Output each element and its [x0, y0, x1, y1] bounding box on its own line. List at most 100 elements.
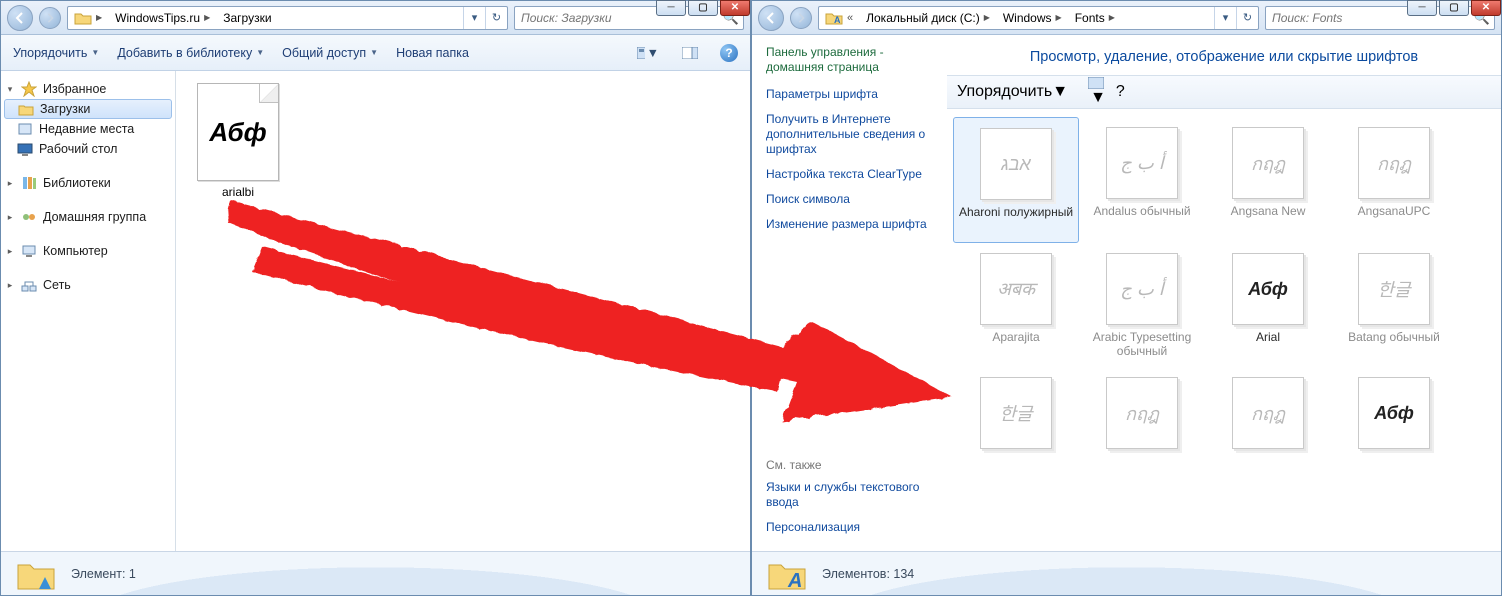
file-item[interactable]: Абф arialbi: [188, 83, 288, 199]
minimize-button[interactable]: ─: [656, 0, 686, 16]
back-button[interactable]: [758, 5, 784, 31]
font-tile[interactable]: Абф Arial: [1205, 243, 1331, 367]
cp-personalization-link[interactable]: Персонализация: [766, 520, 935, 535]
breadcrumb-seg[interactable]: Загрузки: [217, 7, 278, 29]
font-tile[interactable]: กฤฎ: [1079, 367, 1205, 491]
back-button[interactable]: [7, 5, 33, 31]
nav-libraries[interactable]: ▸ Библиотеки: [1, 173, 175, 193]
font-tile[interactable]: أ ب ج Andalus обычный: [1079, 117, 1205, 243]
nav-network[interactable]: ▸ Сеть: [1, 275, 175, 295]
fonts-grid[interactable]: אבג Aharoni полужирный أ ب ج Andalus обычны…: [947, 109, 1501, 551]
cp-lang-services-link[interactable]: Языки и службы текстового ввода: [766, 480, 935, 510]
cp-resize-link[interactable]: Изменение размера шрифта: [766, 217, 935, 232]
folder-icon: [15, 553, 57, 595]
folder-icon: [18, 101, 34, 117]
cp-home-link[interactable]: Панель управления - домашняя страница: [766, 45, 935, 75]
minimize-button[interactable]: ─: [1407, 0, 1437, 16]
font-preview-icon: กฤฎ: [1232, 377, 1304, 449]
status-bar: Элемент: 1: [1, 551, 750, 595]
font-preview-icon: अबक: [980, 253, 1052, 325]
desktop-icon: [17, 141, 33, 157]
status-text: Элемент: 1: [71, 567, 136, 581]
organize-menu[interactable]: Упорядочить▼: [13, 46, 99, 60]
nav-downloads[interactable]: Загрузки: [4, 99, 172, 119]
address-bar[interactable]: A « Локальный диск (C:) ▶ Windows ▶ Font…: [818, 6, 1259, 30]
address-bar[interactable]: ▶ WindowsTips.ru ▶ Загрузки ▾ ↻: [67, 6, 508, 30]
cp-font-params-link[interactable]: Параметры шрифта: [766, 87, 935, 102]
maximize-button[interactable]: ▢: [688, 0, 718, 16]
font-preview-icon: אבג: [980, 128, 1052, 200]
forward-button[interactable]: [790, 7, 812, 29]
font-name: Andalus обычный: [1081, 205, 1203, 233]
maximize-button[interactable]: ▢: [1439, 0, 1469, 16]
recent-icon: [17, 121, 33, 137]
view-menu[interactable]: ▼: [636, 43, 660, 63]
font-preview-icon: Абф: [1232, 253, 1304, 325]
nav-desktop[interactable]: Рабочий стол: [1, 139, 175, 159]
fonts-folder-icon: A: [766, 553, 808, 595]
font-preview-icon: 한글: [1358, 253, 1430, 325]
view-menu[interactable]: ▼: [1088, 77, 1106, 107]
inner-toolbar: Упорядочить▼ ▼ ?: [947, 75, 1501, 109]
nav-computer[interactable]: ▸ Компьютер: [1, 241, 175, 261]
help-button[interactable]: ?: [1116, 83, 1125, 101]
font-name: [1333, 455, 1455, 483]
cp-charmap-link[interactable]: Поиск символа: [766, 192, 935, 207]
preview-pane-button[interactable]: [678, 43, 702, 63]
cp-cleartype-link[interactable]: Настройка текста ClearType: [766, 167, 935, 182]
caption-buttons: ─ ▢ ✕: [654, 0, 750, 16]
cp-online-fonts-link[interactable]: Получить в Интернете дополнительные свед…: [766, 112, 935, 157]
font-preview-icon: กฤฎ: [1106, 377, 1178, 449]
help-button[interactable]: ?: [720, 44, 738, 62]
breadcrumb-seg[interactable]: Локальный диск (C:) ▶: [860, 7, 997, 29]
address-dropdown[interactable]: ▾: [1214, 7, 1236, 29]
font-tile[interactable]: 한글Batang обычный: [1331, 243, 1457, 367]
font-tile[interactable]: أ ب ج Arabic Typesetting обычный: [1079, 243, 1205, 367]
font-name: Aharoni полужирный: [956, 206, 1076, 234]
refresh-button[interactable]: ↻: [485, 7, 507, 29]
breadcrumb-seg[interactable]: WindowsTips.ru ▶: [109, 7, 217, 29]
organize-menu[interactable]: Упорядочить▼: [957, 83, 1068, 101]
font-name: [1081, 455, 1203, 483]
font-tile[interactable]: กฤฎ: [1205, 367, 1331, 491]
address-dropdown[interactable]: ▾: [463, 7, 485, 29]
computer-icon: [21, 243, 37, 259]
breadcrumb-seg[interactable]: Windows ▶: [997, 7, 1069, 29]
font-file-icon: Абф: [197, 83, 279, 181]
add-to-library-menu[interactable]: Добавить в библиотеку▼: [117, 46, 264, 60]
font-tile[interactable]: 한글: [953, 367, 1079, 491]
nav-homegroup[interactable]: ▸ Домашняя группа: [1, 207, 175, 227]
breadcrumb-seg[interactable]: Fonts ▶: [1069, 7, 1122, 29]
font-tile[interactable]: กฤฎAngsana New: [1205, 117, 1331, 243]
nav-favorites[interactable]: ▾ Избранное: [1, 79, 175, 99]
libraries-icon: [21, 175, 37, 191]
font-tile[interactable]: Абф: [1331, 367, 1457, 491]
see-also-label: См. также: [766, 458, 935, 472]
font-name: Arial: [1207, 331, 1329, 359]
font-preview-icon: أ ب ج: [1106, 253, 1178, 325]
font-name: Arabic Typesetting обычный: [1081, 331, 1203, 359]
status-text: Элементов: 134: [822, 567, 914, 581]
font-name: [955, 455, 1077, 483]
font-tile[interactable]: กฤฎAngsanaUPC: [1331, 117, 1457, 243]
font-name: [1207, 455, 1329, 483]
close-button[interactable]: ✕: [720, 0, 750, 16]
file-list[interactable]: Абф arialbi: [176, 71, 750, 551]
page-heading: Просмотр, удаление, отображение или скры…: [947, 35, 1501, 75]
nav-row: A « Локальный диск (C:) ▶ Windows ▶ Font…: [752, 1, 1501, 35]
nav-recent[interactable]: Недавние места: [1, 119, 175, 139]
font-preview-icon: أ ب ج: [1106, 127, 1178, 199]
font-tile[interactable]: אבג Aharoni полужирный: [953, 117, 1079, 243]
font-name: AngsanaUPC: [1333, 205, 1455, 233]
new-folder-button[interactable]: Новая папка: [396, 46, 469, 60]
file-name: arialbi: [188, 185, 288, 199]
window-downloads: ─ ▢ ✕ ▶ WindowsTips.ru ▶ Загрузки ▾ ↻ 🔍: [0, 0, 751, 596]
forward-button[interactable]: [39, 7, 61, 29]
close-button[interactable]: ✕: [1471, 0, 1501, 16]
font-name: Aparajita: [955, 331, 1077, 359]
font-tile[interactable]: अबक Aparajita: [953, 243, 1079, 367]
font-preview-icon: 한글: [980, 377, 1052, 449]
status-bar: A Элементов: 134: [752, 551, 1501, 595]
refresh-button[interactable]: ↻: [1236, 7, 1258, 29]
share-menu[interactable]: Общий доступ▼: [282, 46, 378, 60]
